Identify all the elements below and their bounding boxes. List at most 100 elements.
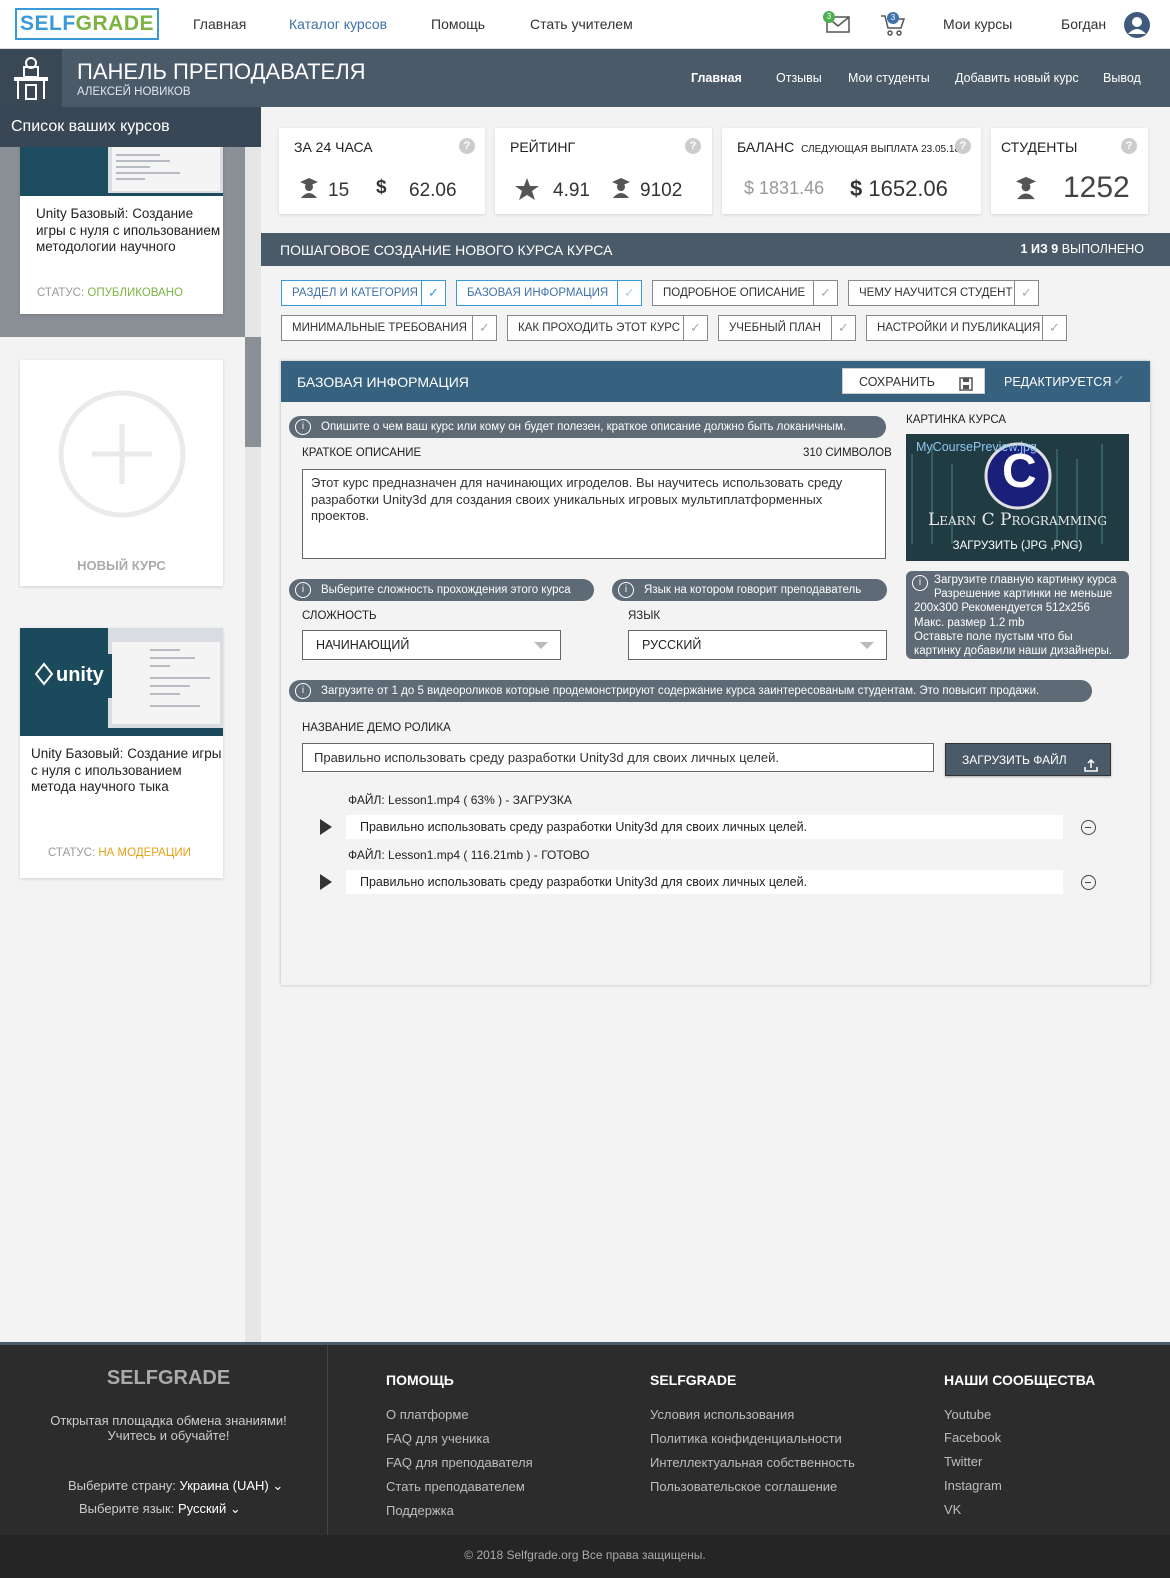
sidebar-scrollbar-thumb[interactable] xyxy=(245,337,261,447)
step-title: ПОШАГОВОЕ СОЗДАНИЕ НОВОГО КУРСА КУРСА xyxy=(280,242,613,258)
footer-link[interactable]: Стать преподавателем xyxy=(386,1479,525,1494)
country-selector[interactable]: Выберите страну: Украина (UAH) ⌄ xyxy=(68,1478,283,1494)
help-icon[interactable]: ? xyxy=(955,138,971,154)
upload-icon xyxy=(1084,752,1098,785)
language-select[interactable]: РУССКИЙ xyxy=(628,630,887,660)
panel-nav-reviews[interactable]: Отзывы xyxy=(776,71,822,85)
sidebar-scrollbar-track[interactable] xyxy=(245,107,261,1347)
selfgrade-logo[interactable]: SELFGRADE xyxy=(15,8,159,40)
hint-text: Загрузите от 1 до 5 видеороликов которые… xyxy=(321,685,1040,697)
image-hint-line: Макс. размер 1.2 mb xyxy=(914,616,1025,629)
step-chip-learn[interactable]: ЧЕМУ НАУЧИТСЯ СТУДЕНТ ✓ xyxy=(848,280,1039,306)
chevron-down-icon: ⌄ xyxy=(229,1501,241,1516)
demo-title-input[interactable]: Правильно использовать среду разработки … xyxy=(302,743,934,772)
footer-social-link[interactable]: VK xyxy=(944,1502,961,1517)
nav-home[interactable]: Главная xyxy=(193,16,246,32)
logo-part-self: SELF xyxy=(19,12,76,35)
footer-selfgrade-title: SELFGRADE xyxy=(650,1372,737,1388)
course-card-title: Unity Базовый: Создание игры с нуля с ип… xyxy=(36,206,221,254)
check-icon: ✓ xyxy=(683,316,707,340)
step-chip-settings[interactable]: НАСТРОЙКИ И ПУБЛИКАЦИЯ ✓ xyxy=(866,315,1067,341)
chevron-down-icon xyxy=(860,642,874,649)
footer-link[interactable]: FAQ для ученика xyxy=(386,1431,490,1446)
step-chip-description[interactable]: ПОДРОБНОЕ ОПИСАНИЕ ✓ xyxy=(652,280,838,306)
image-upload-link[interactable]: ЗАГРУЗИТЬ (JPG ,PNG) xyxy=(906,540,1129,552)
footer-social-link[interactable]: Twitter xyxy=(944,1454,982,1469)
panel-nav-add-course[interactable]: Добавить новый курс xyxy=(955,71,1079,85)
cart-icon[interactable]: 3 xyxy=(880,12,906,42)
step-chip-curriculum[interactable]: УЧЕБНЫЙ ПЛАН ✓ xyxy=(718,315,856,341)
remove-file-icon[interactable] xyxy=(1081,875,1096,890)
help-icon[interactable]: ? xyxy=(1121,138,1137,154)
new-course-card[interactable]: НОВЫЙ КУРС xyxy=(20,360,223,586)
mail-icon[interactable]: 3 xyxy=(823,11,850,39)
course-card-status: СТАТУС: ОПУБЛИКОВАНО xyxy=(37,287,183,299)
footer-link[interactable]: Пользовательское соглашение xyxy=(650,1479,837,1494)
country-value: Украина (UAH) xyxy=(179,1478,269,1493)
play-icon[interactable] xyxy=(320,874,332,890)
dollar-icon: $ xyxy=(744,178,755,198)
language-label: ЯЗЫК xyxy=(628,610,661,622)
language-selected-value: РУССКИЙ xyxy=(642,638,702,652)
edit-state-label: РЕДАКТИРУЕТСЯ xyxy=(1004,375,1112,389)
step-chip-requirements[interactable]: МИНИМАЛЬНЫЕ ТРЕБОВАНИЯ ✓ xyxy=(281,315,497,341)
stat-title: БАЛАНС СЛЕДУЮЩАЯ ВЫПЛАТА 23.05.18 xyxy=(737,139,960,155)
panel-title: ПАНЕЛЬ ПРЕПОДАВАТЕЛЯ xyxy=(77,59,366,84)
top-navbar: SELFGRADE Главная Каталог курсов Помощь … xyxy=(0,0,1170,49)
hint-language: i Язык на котором говорит преподаватель xyxy=(612,579,887,601)
level-select[interactable]: НАЧИНАЮЩИЙ xyxy=(302,630,561,660)
course-card-moderation[interactable]: unity Unity Базовый: Создание игры с нул… xyxy=(20,628,223,878)
check-icon: ✓ xyxy=(617,281,641,305)
footer-social-link[interactable]: Youtube xyxy=(944,1407,991,1422)
footer-link[interactable]: Интеллектуальная собственность xyxy=(650,1455,855,1470)
balance-title: БАЛАНС xyxy=(737,139,795,155)
stat-card-students: СТУДЕНТЫ ? 1252 xyxy=(991,128,1148,214)
graduate-icon xyxy=(612,178,630,203)
save-button[interactable]: СОХРАНИТЬ xyxy=(842,368,985,394)
footer-link[interactable]: Условия использования xyxy=(650,1407,794,1422)
step-chip-label: РАЗДЕЛ И КАТЕГОРИЯ xyxy=(292,287,418,299)
check-icon: ✓ xyxy=(813,281,837,305)
panel-nav-students[interactable]: Мои студенты xyxy=(848,71,930,85)
hint-text: Опишите о чем ваш курс или кому он будет… xyxy=(321,421,847,433)
balance-pending-value: 1831.46 xyxy=(759,178,825,198)
stat-value-rating: 4.91 xyxy=(553,180,590,201)
footer-link[interactable]: Политика конфиденциальности xyxy=(650,1431,842,1446)
country-label: Выберите страну: xyxy=(68,1478,176,1493)
help-icon[interactable]: ? xyxy=(685,138,701,154)
nav-become-teacher[interactable]: Стать учителем xyxy=(530,16,633,32)
footer-social-link[interactable]: Instagram xyxy=(944,1478,1002,1493)
footer-community-title: НАШИ СООБЩЕСТВА xyxy=(944,1372,1096,1388)
level-selected-value: НАЧИНАЮЩИЙ xyxy=(316,638,410,652)
teacher-icon xyxy=(0,49,62,107)
footer-social-link[interactable]: Facebook xyxy=(944,1430,1001,1445)
graduate-icon xyxy=(1016,176,1036,205)
panel-nav-withdraw[interactable]: Вывод xyxy=(1103,71,1141,85)
user-name[interactable]: Богдан xyxy=(1061,16,1106,32)
language-selector[interactable]: Выберите язык: Русский ⌄ xyxy=(79,1501,241,1517)
play-icon[interactable] xyxy=(320,819,332,835)
nav-catalog[interactable]: Каталог курсов xyxy=(289,16,387,32)
remove-file-icon[interactable] xyxy=(1081,820,1096,835)
user-avatar-icon[interactable] xyxy=(1123,11,1151,44)
step-chip-basic[interactable]: БАЗОВАЯ ИНФОРМАЦИЯ ✓ xyxy=(456,280,642,306)
state-check-icon: ✓ xyxy=(1113,372,1125,388)
step-chip-how-to[interactable]: КАК ПРОХОДИТЬ ЭТОТ КУРС ✓ xyxy=(507,315,708,341)
file-title-row[interactable]: Правильно использовать среду разработки … xyxy=(346,870,1063,894)
status-label: СТАТУС: xyxy=(48,847,96,859)
step-progress-text: ВЫПОЛНЕНО xyxy=(1061,242,1144,256)
step-chip-section[interactable]: РАЗДЕЛ И КАТЕГОРИЯ ✓ xyxy=(281,280,446,306)
nav-help[interactable]: Помощь xyxy=(431,16,485,32)
footer-link[interactable]: FAQ для преподавателя xyxy=(386,1455,533,1470)
file-status-label: ФАЙЛ: Lesson1.mp4 ( 63% ) - ЗАГРУЗКА xyxy=(348,793,572,807)
footer-link[interactable]: Поддержка xyxy=(386,1503,454,1518)
footer-link[interactable]: О платформе xyxy=(386,1407,469,1422)
step-chip-label: УЧЕБНЫЙ ПЛАН xyxy=(729,322,821,334)
panel-nav-home[interactable]: Главная xyxy=(691,71,742,85)
nav-my-courses[interactable]: Мои курсы xyxy=(943,16,1012,32)
file-title-row[interactable]: Правильно использовать среду разработки … xyxy=(346,815,1063,839)
course-image-preview[interactable]: C MyCoursePreview.jpg Learn C Programmin… xyxy=(906,434,1129,561)
upload-file-button[interactable]: ЗАГРУЗИТЬ ФАЙЛ xyxy=(945,743,1111,776)
help-icon[interactable]: ? xyxy=(459,138,475,154)
description-textarea[interactable]: Этот курс предназначен для начинающих иг… xyxy=(302,469,886,559)
